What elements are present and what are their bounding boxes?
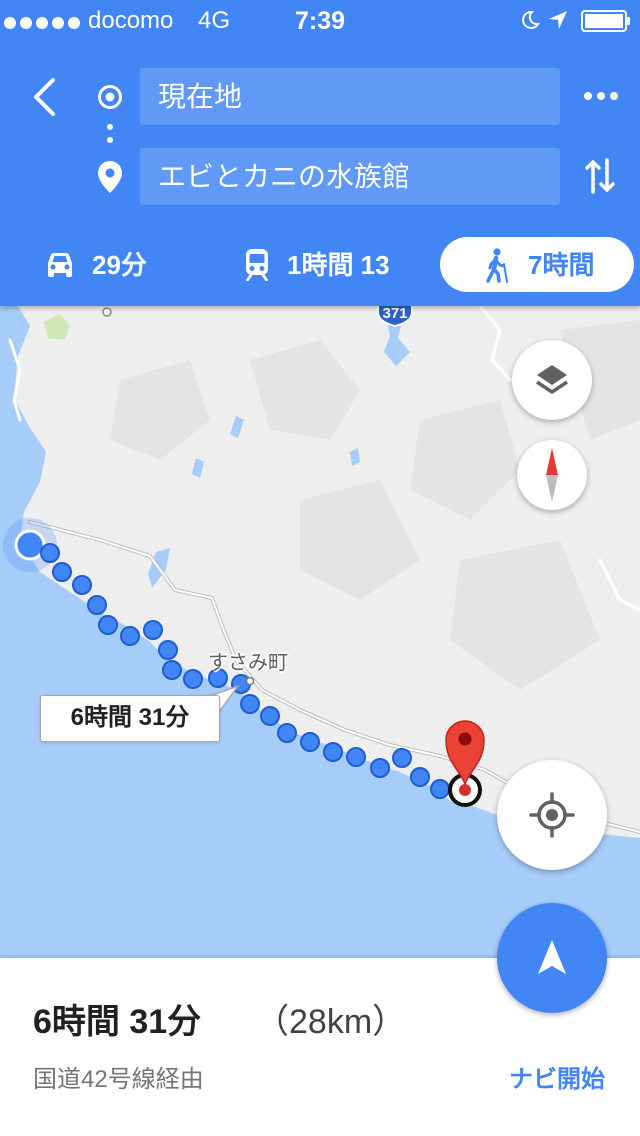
place-dot (245, 676, 255, 686)
swap-vertical-icon[interactable] (584, 158, 616, 194)
my-location-icon (529, 792, 575, 838)
battery-icon (581, 10, 630, 32)
route-dot (143, 620, 163, 640)
route-duration-callout[interactable]: 6時間 31分 (40, 695, 220, 742)
directions-header: docomo 4G 7:39 現在地 エビとカニの水族館 29分 1時間 13 … (0, 0, 640, 306)
compass-button[interactable] (517, 440, 587, 510)
origin-input[interactable]: 現在地 (140, 68, 560, 125)
route-dot (392, 748, 412, 768)
status-time: 7:39 (294, 7, 346, 35)
train-icon (246, 249, 268, 281)
route-dot (98, 615, 118, 635)
town-label: すさみ町 (208, 652, 288, 674)
route-duration: 6時間 31分 (33, 1003, 202, 1041)
route-dot (162, 660, 182, 680)
moon-icon (522, 10, 540, 29)
route-dot (158, 640, 178, 660)
route-via: 国道42号線経由 (33, 1066, 204, 1093)
route-dot (87, 595, 107, 615)
route-dot (323, 742, 343, 762)
place-pin-icon (98, 161, 122, 193)
route-dot (300, 732, 320, 752)
start-navigation-button[interactable] (497, 903, 607, 1013)
route-connector-dot (107, 137, 113, 143)
route-dot (370, 758, 390, 778)
my-location-button[interactable] (497, 760, 607, 870)
navigation-arrow-icon (538, 940, 566, 974)
origin-circle-icon (98, 85, 122, 109)
route-dot (72, 575, 92, 595)
start-navigation-link[interactable]: ナビ開始 (509, 1064, 605, 1096)
mode-label-transit[interactable]: 1時間 13 (287, 247, 390, 283)
route-dot (40, 543, 60, 563)
destination-input[interactable]: エビとカニの水族館 (140, 148, 560, 205)
layers-button[interactable] (512, 340, 592, 420)
walking-icon (486, 248, 508, 283)
route-dot (430, 779, 450, 799)
car-icon (48, 253, 72, 277)
layers-icon (536, 365, 568, 394)
poi-marker[interactable] (102, 307, 112, 317)
route-dot (260, 706, 280, 726)
route-dot (346, 747, 366, 767)
route-dot (120, 626, 140, 646)
route-dot (240, 694, 260, 714)
chevron-left-icon[interactable] (30, 77, 60, 117)
road-shield-number: 371 (382, 306, 407, 322)
route-dot (277, 723, 297, 743)
route-dot (52, 562, 72, 582)
route-dot (410, 767, 430, 787)
route-distance: （28km） (255, 1003, 407, 1041)
location-arrow-icon (549, 11, 567, 29)
route-connector-dot (107, 124, 113, 130)
more-horizontal-icon[interactable] (583, 88, 619, 104)
mode-label-walking: 7時間 (528, 250, 595, 280)
compass-icon (546, 448, 558, 502)
route-dot (183, 669, 203, 689)
destination-marker[interactable] (445, 720, 485, 807)
mode-tab-walking[interactable]: 7時間 (440, 237, 634, 292)
mode-label-driving[interactable]: 29分 (92, 247, 147, 283)
